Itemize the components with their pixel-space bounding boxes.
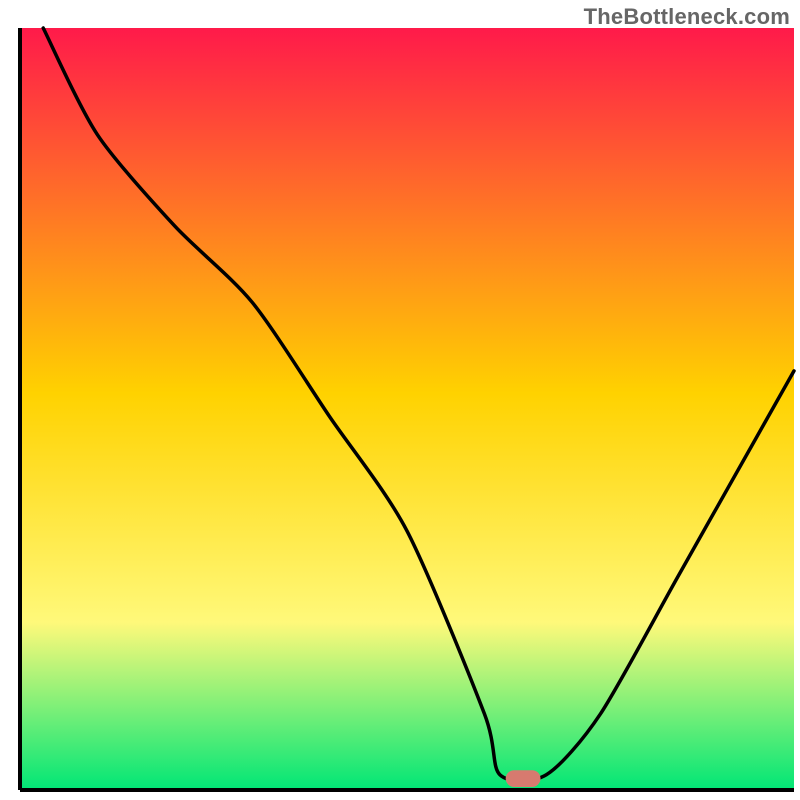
plot-background [20,28,794,790]
bottleneck-chart [0,0,800,800]
chart-stage: TheBottleneck.com [0,0,800,800]
optimum-marker [506,770,541,787]
